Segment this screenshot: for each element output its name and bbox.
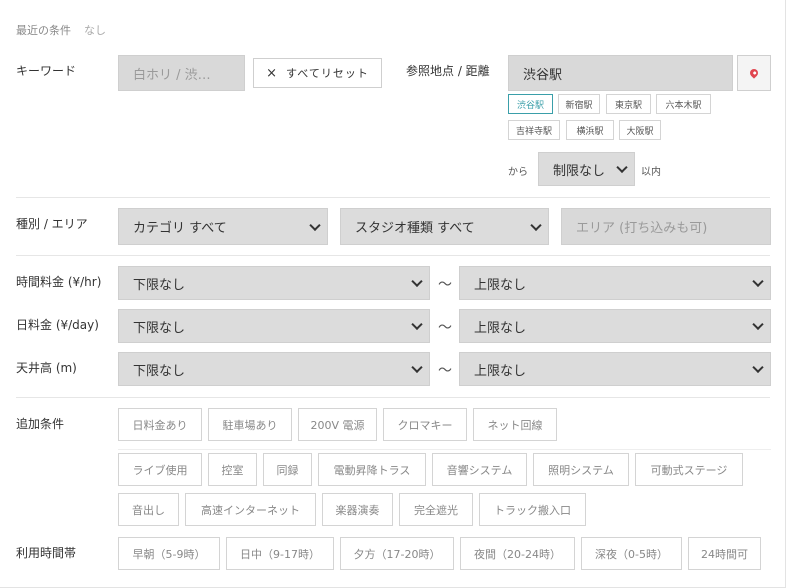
divider xyxy=(16,397,770,398)
chevron-down-icon xyxy=(411,361,423,374)
chevron-down-icon xyxy=(752,318,764,331)
extra-chip-movable-stage[interactable]: 可動式ステージ xyxy=(635,453,743,486)
time-chip-daytime[interactable]: 日中（9-17時） xyxy=(226,537,334,570)
station-chip-tokyo[interactable]: 東京駅 xyxy=(606,94,651,114)
extra-chip-truck-entrance[interactable]: トラック搬入口 xyxy=(479,493,586,526)
category-select-value: カテゴリ すべて xyxy=(133,221,227,236)
distance-select-value: 制限なし xyxy=(553,163,606,179)
extra-chip-daily-rate[interactable]: 日料金あり xyxy=(118,408,202,441)
range-separator: 〜 xyxy=(438,277,452,293)
time-chip-24h[interactable]: 24時間可 xyxy=(688,537,761,570)
hourly-price-label: 時間料金 (¥/hr) xyxy=(16,275,102,289)
category-select[interactable]: カテゴリ すべて xyxy=(118,208,328,245)
time-chip-late-night[interactable]: 深夜（0-5時） xyxy=(581,537,682,570)
chevron-down-icon xyxy=(309,219,321,231)
extra-chip-sound-system[interactable]: 音響システム xyxy=(432,453,527,486)
keyword-label: キーワード xyxy=(16,64,77,78)
chevron-down-icon xyxy=(616,161,628,174)
distance-select[interactable]: 制限なし xyxy=(538,152,635,186)
locate-button[interactable] xyxy=(737,55,771,91)
station-chip-yokohama[interactable]: 横浜駅 xyxy=(566,120,614,140)
ceiling-height-max-select[interactable]: 上限なし xyxy=(459,352,771,386)
station-chip-osaka[interactable]: 大阪駅 xyxy=(619,120,661,140)
station-chip-roppongi[interactable]: 六本木駅 xyxy=(656,94,711,114)
close-icon: × xyxy=(266,65,279,81)
ceiling-height-min-select[interactable]: 下限なし xyxy=(118,352,430,386)
extra-chip-lighting-system[interactable]: 照明システム xyxy=(533,453,629,486)
time-chip-early-morning[interactable]: 早朝（5-9時） xyxy=(118,537,220,570)
hourly-price-max-value: 上限なし xyxy=(474,277,527,293)
chevron-down-icon xyxy=(411,275,423,288)
reference-label: 参照地点 / 距離 xyxy=(406,64,490,78)
station-chip-kichijoji[interactable]: 吉祥寺駅 xyxy=(508,120,560,140)
extra-chip-sound-ok[interactable]: 音出し xyxy=(118,493,179,526)
chevron-down-icon xyxy=(530,219,542,231)
range-separator: 〜 xyxy=(438,363,452,379)
station-chip-shinjuku[interactable]: 新宿駅 xyxy=(558,94,600,114)
extra-chip-blackout[interactable]: 完全遮光 xyxy=(399,493,473,526)
reset-all-button[interactable]: × すべてリセット xyxy=(253,58,382,88)
station-chip-shibuya[interactable]: 渋谷駅 xyxy=(508,94,553,114)
extra-chip-live[interactable]: ライブ使用 xyxy=(118,453,202,486)
time-chip-night[interactable]: 夜間（20-24時） xyxy=(460,537,575,570)
extra-chip-fast-internet[interactable]: 高速インターネット xyxy=(185,493,316,526)
daily-price-max-value: 上限なし xyxy=(474,320,527,336)
extra-chip-network[interactable]: ネット回線 xyxy=(473,408,557,441)
ceiling-height-label: 天井高 (m) xyxy=(16,361,77,375)
hourly-price-max-select[interactable]: 上限なし xyxy=(459,266,771,300)
hourly-price-min-select[interactable]: 下限なし xyxy=(118,266,430,300)
extras-label: 追加条件 xyxy=(16,417,65,431)
extra-chip-instruments[interactable]: 楽器演奏 xyxy=(322,493,393,526)
distance-prefix: から xyxy=(508,167,528,178)
ceiling-height-max-value: 上限なし xyxy=(474,363,527,379)
studio-type-select[interactable]: スタジオ種類 すべて xyxy=(340,208,549,245)
range-separator: 〜 xyxy=(438,320,452,336)
keyword-input[interactable]: 白ホリ / 渋… xyxy=(118,55,245,91)
daily-price-label: 日料金 (¥/day) xyxy=(16,318,99,332)
chevron-down-icon xyxy=(411,318,423,331)
recent-conditions-label: 最近の条件 xyxy=(16,24,71,37)
studio-type-select-value: スタジオ種類 すべて xyxy=(355,221,475,236)
ceiling-height-min-value: 下限なし xyxy=(133,363,186,379)
distance-suffix: 以内 xyxy=(641,167,661,178)
daily-price-min-value: 下限なし xyxy=(133,320,186,336)
chevron-down-icon xyxy=(752,275,764,288)
extra-chip-sync-recording[interactable]: 同録 xyxy=(263,453,312,486)
time-chip-evening[interactable]: 夕方（17-20時） xyxy=(340,537,454,570)
divider xyxy=(16,255,770,256)
area-input[interactable]: エリア (打ち込みも可) xyxy=(561,208,771,245)
search-panel: 最近の条件 なし キーワード 白ホリ / 渋… × すべてリセット 参照地点 /… xyxy=(0,0,786,588)
time-slots-label: 利用時間帯 xyxy=(16,546,77,560)
extra-chip-200v[interactable]: 200V 電源 xyxy=(298,408,377,441)
map-pin-icon xyxy=(748,67,760,79)
reset-all-label: すべてリセット xyxy=(286,67,369,80)
divider xyxy=(118,449,771,450)
extra-chip-chromakey[interactable]: クロマキー xyxy=(383,408,467,441)
extra-chip-parking[interactable]: 駐車場あり xyxy=(208,408,292,441)
chevron-down-icon xyxy=(752,361,764,374)
extra-chip-waiting-room[interactable]: 控室 xyxy=(208,453,257,486)
recent-conditions-value: なし xyxy=(84,24,106,37)
daily-price-min-select[interactable]: 下限なし xyxy=(118,309,430,343)
hourly-price-min-value: 下限なし xyxy=(133,277,186,293)
extra-chip-motor-truss[interactable]: 電動昇降トラス xyxy=(318,453,426,486)
category-label: 種別 / エリア xyxy=(16,217,88,231)
reference-location-input[interactable]: 渋谷駅 xyxy=(508,55,733,91)
divider xyxy=(16,197,770,198)
daily-price-max-select[interactable]: 上限なし xyxy=(459,309,771,343)
